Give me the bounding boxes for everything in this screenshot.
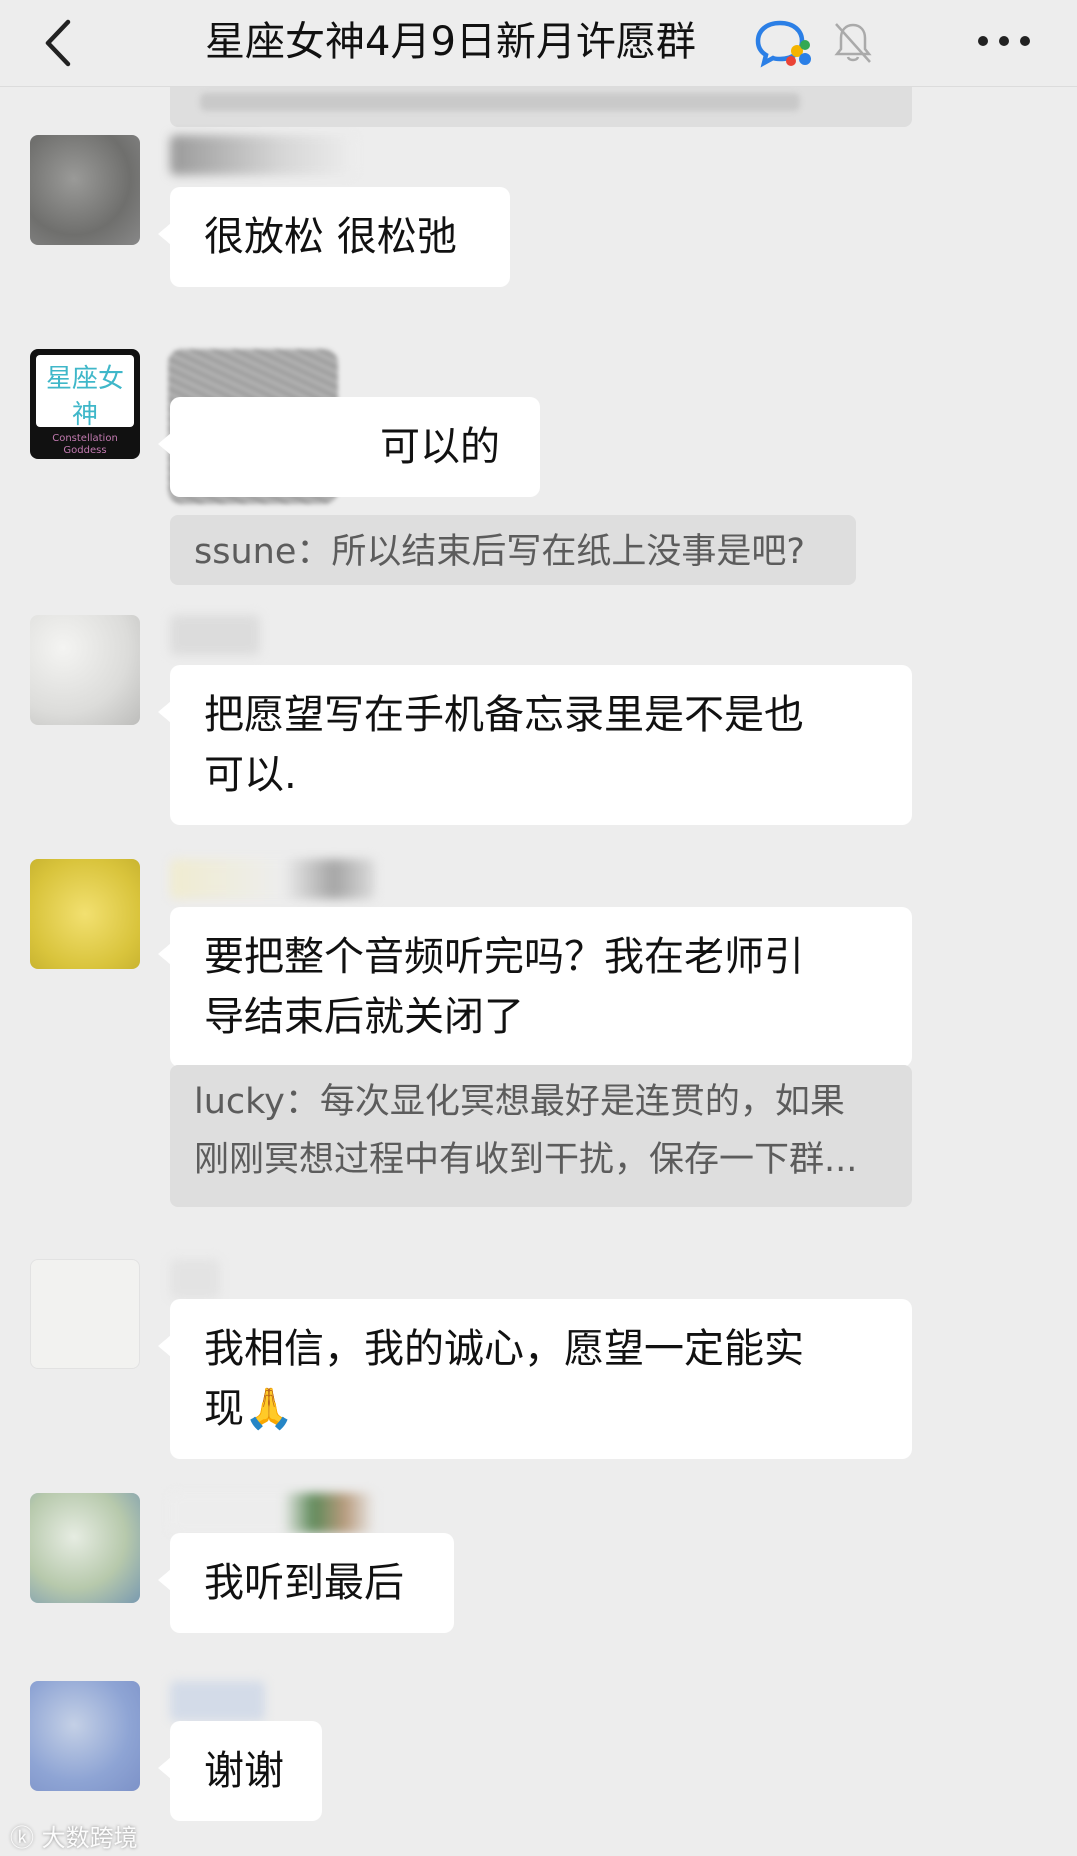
avatar[interactable]	[30, 615, 140, 725]
avatar[interactable]: 星座女神 Constellation Goddess	[30, 349, 140, 459]
chat-header: 星座女神4月9日新月许愿群	[0, 0, 1077, 87]
quoted-text: lucky：每次显化冥想最好是连贯的，如果 刚刚冥想过程中有收到干扰，保存一下群…	[194, 1082, 858, 1180]
message-bubble[interactable]: 很放松 很松弛	[158, 187, 510, 287]
avatar[interactable]	[30, 135, 140, 245]
watermark: ⓚ 大数跨境	[10, 1818, 138, 1853]
message-bubble[interactable]: 谢谢	[158, 1721, 322, 1821]
quoted-message[interactable]	[170, 87, 912, 127]
message-text: 谢谢	[204, 1748, 284, 1794]
avatar[interactable]	[30, 1681, 140, 1791]
message-bubble[interactable]: 要把整个音频听完吗？我在老师引 导结束后就关闭了	[158, 907, 912, 1067]
message-text: 可以的	[380, 424, 500, 470]
avatar-logo: 星座女神 Constellation Goddess	[36, 355, 134, 456]
message-bubble[interactable]: 我相信，我的诚心，愿望一定能实 现🙏	[158, 1299, 912, 1459]
sender-name-blurred	[170, 615, 260, 655]
mute-bell-icon	[834, 23, 872, 63]
watermark-text: 大数跨境	[41, 1824, 138, 1852]
sender-name-blurred	[170, 135, 355, 175]
sender-name-blurred	[170, 859, 375, 899]
praying-hands-icon: 🙏	[244, 1386, 294, 1432]
logo-subtitle: Constellation	[52, 433, 118, 444]
message-text: 要把整个音频听完吗？我在老师引 导结束后就关闭了	[204, 934, 804, 1040]
group-title: 星座女神4月9日新月许愿群	[205, 19, 696, 65]
quoted-message[interactable]: ssune：所以结束后写在纸上没事是吧?	[170, 515, 856, 585]
sender-name-blurred	[170, 1259, 220, 1299]
chat-message-list[interactable]: 很放松 很松弛 星座女神 Constellation Goddess 可以的 s…	[0, 87, 1077, 1856]
more-options-icon[interactable]	[975, 32, 1033, 50]
message-text: 很放松 很松弛	[204, 214, 457, 260]
message-text: 把愿望写在手机备忘录里是不是也 可以.	[204, 692, 804, 798]
avatar[interactable]	[30, 1493, 140, 1603]
wecom-group-icon	[755, 20, 811, 68]
watermark-logo-icon: ⓚ	[10, 1824, 34, 1852]
message-bubble[interactable]: 把愿望写在手机备忘录里是不是也 可以.	[158, 665, 912, 825]
back-arrow-icon[interactable]	[38, 18, 78, 68]
quoted-text: ssune：所以结束后写在纸上没事是吧?	[194, 532, 805, 572]
message-text: 我相信，我的诚心，愿望一定能实 现	[204, 1326, 804, 1432]
message-text: 我听到最后	[204, 1560, 404, 1606]
message-bubble[interactable]: 我听到最后	[158, 1533, 454, 1633]
sender-name-blurred	[170, 1493, 375, 1533]
avatar[interactable]	[30, 859, 140, 969]
message-bubble[interactable]: 可以的	[158, 397, 540, 497]
sender-name-blurred	[170, 1681, 265, 1721]
logo-subtitle: Goddess	[63, 445, 107, 456]
avatar[interactable]	[30, 1259, 140, 1369]
logo-title: 星座女神	[45, 364, 124, 430]
quoted-message[interactable]: lucky：每次显化冥想最好是连贯的，如果 刚刚冥想过程中有收到干扰，保存一下群…	[170, 1065, 912, 1207]
